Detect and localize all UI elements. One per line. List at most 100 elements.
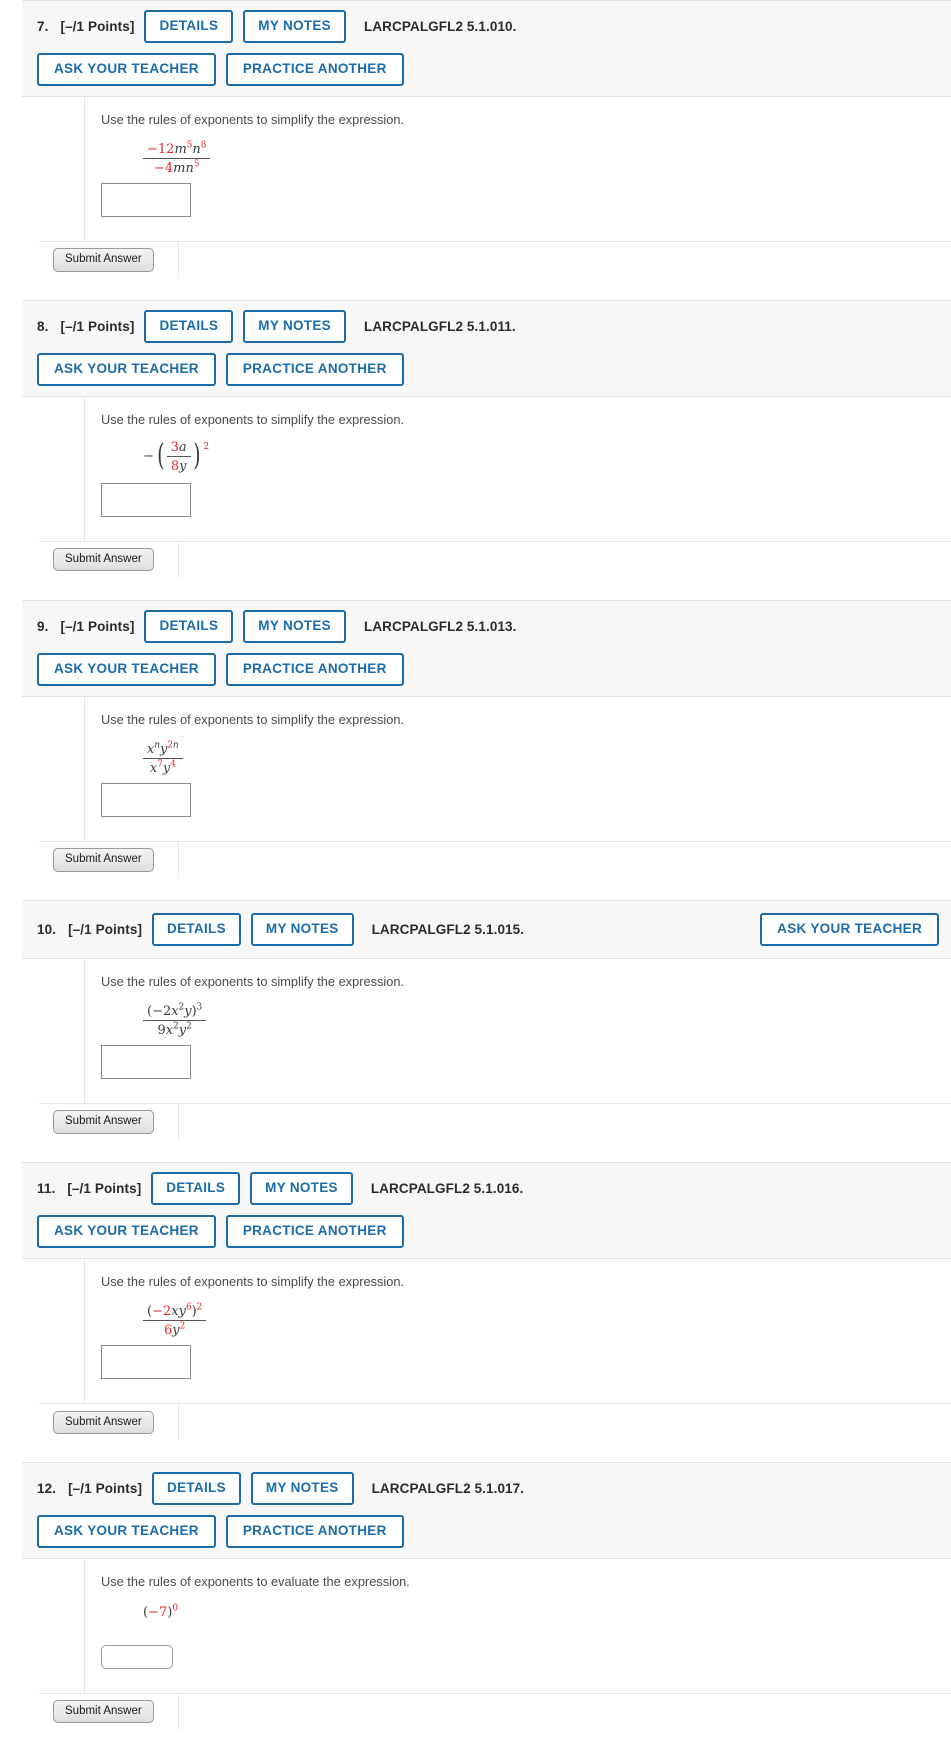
header-secondary-row: ASK YOUR TEACHER PRACTICE ANOTHER xyxy=(37,353,939,387)
math-container: (−2x2y)3 9x2y2 xyxy=(101,994,951,1041)
my-notes-button[interactable]: MY NOTES xyxy=(243,310,346,344)
question-block: 8. [–/1 Points] DETAILS MY NOTES LARCPALGFL2… xyxy=(22,300,951,578)
answer-input[interactable] xyxy=(101,1045,191,1080)
ask-your-teacher-button[interactable]: ASK YOUR TEACHER xyxy=(37,652,216,686)
question-header: 12. [–/1 Points] DETAILS MY NOTES LARCPALGFL… xyxy=(22,1462,951,1560)
question-prompt: Use the rules of exponents to simplify t… xyxy=(101,412,405,428)
submit-row: Submit Answer xyxy=(39,1692,951,1730)
practice-another-button[interactable]: PRACTICE ANOTHER xyxy=(225,652,404,686)
header-secondary-row: ASK YOUR TEACHER PRACTICE ANOTHER xyxy=(37,1215,939,1249)
practice-another-button[interactable]: PRACTICE ANOTHER xyxy=(225,353,404,387)
ask-your-teacher-button[interactable]: ASK YOUR TEACHER xyxy=(37,1515,216,1549)
my-notes-button[interactable]: MY NOTES xyxy=(250,912,354,946)
question-separator xyxy=(0,1140,951,1163)
question-header: 11. [–/1 Points] DETAILS MY NOTES LARCPALGFL… xyxy=(22,1162,951,1260)
question-separator xyxy=(0,877,951,900)
details-button[interactable]: DETAILS xyxy=(144,10,234,43)
submit-answer-button[interactable]: Submit Answer xyxy=(53,1410,154,1435)
question-body: Use the rules of exponents to simplify t… xyxy=(39,97,951,279)
math-expression: xny2n x7y4 xyxy=(143,741,183,775)
math-container: xny2n x7y4 xyxy=(101,732,951,779)
question-code: LARCPALGFL2 5.1.011. xyxy=(363,319,516,335)
practice-another-button[interactable]: PRACTICE ANOTHER xyxy=(225,1515,404,1549)
header-secondary-row: ASK YOUR TEACHER PRACTICE ANOTHER xyxy=(37,652,939,686)
submit-cell: Submit Answer xyxy=(39,1403,179,1441)
answer-input[interactable] xyxy=(101,1345,191,1380)
points-label: [–/1 Points] xyxy=(68,921,143,937)
details-button[interactable]: DETAILS xyxy=(144,310,234,344)
submit-answer-button[interactable]: Submit Answer xyxy=(53,1699,154,1724)
question-number: 7. xyxy=(37,19,49,34)
answer-input[interactable] xyxy=(101,482,191,517)
points-label: [–/1 Points] xyxy=(68,1481,143,1497)
answer-input[interactable] xyxy=(101,1644,173,1669)
submit-cell: Submit Answer xyxy=(39,241,179,279)
question-header: 9. [–/1 Points] DETAILS MY NOTES LARCPALGFL2… xyxy=(22,599,951,697)
submit-answer-button[interactable]: Submit Answer xyxy=(53,248,154,273)
math-expression: −(3a 8y) 2 xyxy=(143,438,210,474)
question-separator xyxy=(0,1440,951,1463)
math-container: −12m5n8 −4mn5 xyxy=(101,132,951,179)
practice-another-button[interactable]: PRACTICE ANOTHER xyxy=(225,1215,404,1249)
question-code: LARCPALGFL2 5.1.010. xyxy=(363,19,517,34)
question-prompt: Use the rules of exponents to simplify t… xyxy=(101,1274,405,1290)
my-notes-button[interactable]: MY NOTES xyxy=(250,1472,354,1506)
page-bottom-padding xyxy=(0,1752,951,1762)
submit-row: Submit Answer xyxy=(39,540,951,578)
answer-input[interactable] xyxy=(101,782,191,817)
submit-cell: Submit Answer xyxy=(39,840,179,878)
question-code: LARCPALGFL2 5.1.013. xyxy=(363,618,517,634)
submit-cell: Submit Answer xyxy=(39,540,179,578)
question-number: 9. xyxy=(37,618,49,634)
points-label: [–/1 Points] xyxy=(60,19,135,34)
question-prompt: Use the rules of exponents to evaluate t… xyxy=(101,1574,410,1590)
left-gutter xyxy=(0,0,23,1762)
question-number: 10. xyxy=(37,921,57,937)
details-button[interactable]: DETAILS xyxy=(144,609,234,643)
question-header: 7. [–/1 Points] DETAILS MY NOTES LARCPALGFL2… xyxy=(22,0,951,97)
math-expression: (−2x2y)3 9x2y2 xyxy=(143,1003,207,1037)
my-notes-button[interactable]: MY NOTES xyxy=(250,1172,353,1206)
question-block: 11. [–/1 Points] DETAILS MY NOTES LARCPALGFL… xyxy=(22,1162,951,1441)
math-container: −(3a 8y) 2 xyxy=(101,433,951,479)
answer-input[interactable] xyxy=(101,183,191,218)
header-secondary-row: ASK YOUR TEACHER PRACTICE ANOTHER xyxy=(37,1515,939,1549)
submit-answer-button[interactable]: Submit Answer xyxy=(53,1110,154,1134)
question-body: Use the rules of exponents to simplify t… xyxy=(39,1259,951,1441)
submit-answer-button[interactable]: Submit Answer xyxy=(53,547,154,572)
question-code: LARCPALGFL2 5.1.016. xyxy=(370,1181,524,1197)
question-block: 12. [–/1 Points] DETAILS MY NOTES LARCPALGFL… xyxy=(22,1462,951,1730)
question-number: 12. xyxy=(37,1481,57,1497)
submit-answer-button[interactable]: Submit Answer xyxy=(53,847,154,872)
practice-another-button[interactable]: PRACTICE ANOTHER xyxy=(225,53,404,86)
question-separator xyxy=(0,1729,951,1752)
question-header: 8. [–/1 Points] DETAILS MY NOTES LARCPALGFL2… xyxy=(22,300,951,398)
details-button[interactable]: DETAILS xyxy=(151,1172,241,1206)
ask-your-teacher-button[interactable]: ASK YOUR TEACHER xyxy=(37,1215,216,1249)
question-prompt: Use the rules of exponents to simplify t… xyxy=(101,112,405,127)
question-header: 10. [–/1 Points] DETAILS MY NOTES LARCPALGFL… xyxy=(22,899,951,959)
questions-list: 7. [–/1 Points] DETAILS MY NOTES LARCPALGFL2… xyxy=(0,0,951,1752)
assignment-page: 7. [–/1 Points] DETAILS MY NOTES LARCPALGFL2… xyxy=(0,0,951,1762)
question-block: 10. [–/1 Points] DETAILS MY NOTES LARCPALGFL… xyxy=(22,899,951,1141)
details-button[interactable]: DETAILS xyxy=(152,912,241,946)
math-container: (−2xy6)2 6y2 xyxy=(101,1294,951,1341)
details-button[interactable]: DETAILS xyxy=(152,1472,241,1506)
question-prompt: Use the rules of exponents to simplify t… xyxy=(101,711,405,727)
points-label: [–/1 Points] xyxy=(67,1181,142,1197)
submit-cell: Submit Answer xyxy=(39,1692,179,1730)
submit-cell: Submit Answer xyxy=(39,1103,179,1141)
submit-row: Submit Answer xyxy=(39,1103,951,1141)
question-number: 8. xyxy=(37,319,49,335)
ask-your-teacher-button[interactable]: ASK YOUR TEACHER xyxy=(37,353,216,387)
ask-your-teacher-button[interactable]: ASK YOUR TEACHER xyxy=(760,912,939,946)
question-body: Use the rules of exponents to simplify t… xyxy=(39,397,951,578)
math-expression: (−2xy6)2 6y2 xyxy=(143,1304,207,1337)
question-number: 11. xyxy=(37,1181,56,1197)
ask-your-teacher-button[interactable]: ASK YOUR TEACHER xyxy=(37,53,216,86)
submit-row: Submit Answer xyxy=(39,840,951,878)
my-notes-button[interactable]: MY NOTES xyxy=(243,10,346,43)
my-notes-button[interactable]: MY NOTES xyxy=(243,609,346,643)
question-block: 9. [–/1 Points] DETAILS MY NOTES LARCPALGFL2… xyxy=(22,599,951,878)
question-code: LARCPALGFL2 5.1.015. xyxy=(371,921,525,937)
